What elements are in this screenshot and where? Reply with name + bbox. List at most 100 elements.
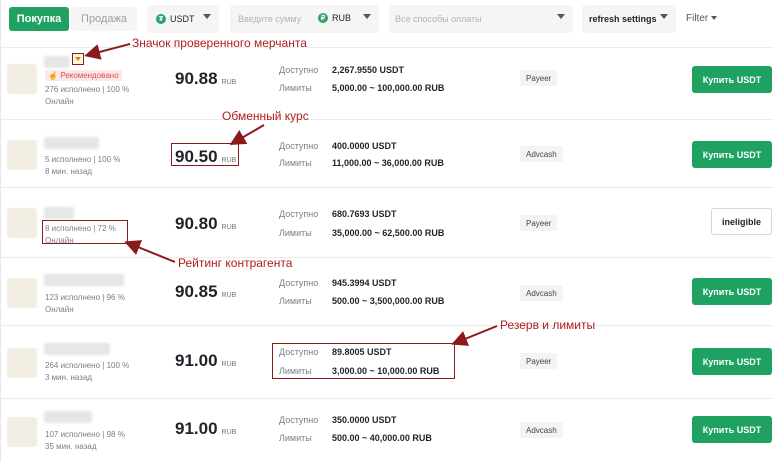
price: 91.00 RUB (175, 351, 236, 371)
merchant-stats: 264 исполнено | 100 % 3 мин. назад (45, 360, 129, 384)
limits-value: 500.00 ~ 3,500,000.00 RUB (332, 296, 445, 306)
buy-usdt-button[interactable]: Купить USDT (692, 416, 772, 443)
rating-highlight-box (42, 220, 128, 244)
price-currency: RUB (221, 429, 237, 436)
filter-bar: Покупка Продажа ₮ USDT Введите сумму ₽ R… (1, 0, 773, 40)
coin-select[interactable]: ₮ USDT (147, 5, 219, 33)
payment-method-badge: Payeer (520, 70, 558, 86)
orders-completion: 123 исполнено | 96 % (45, 293, 125, 302)
limits-value: 11,000.00 ~ 36,000.00 RUB (332, 158, 444, 168)
price: 90.88 RUB (175, 69, 236, 89)
price-value: 90.80 (175, 214, 218, 233)
available-label: Доступно (279, 278, 319, 288)
p2p-market-screen: Покупка Продажа ₮ USDT Введите сумму ₽ R… (0, 0, 773, 462)
orders-completion: 107 исполнено | 98 % (45, 430, 125, 439)
chevron-down-icon (203, 14, 211, 19)
available-label: Доступно (279, 209, 319, 219)
orders-completion: 264 исполнено | 100 % (45, 361, 130, 370)
chevron-down-icon (363, 14, 371, 19)
available-value: 945.3994 USDT (332, 278, 397, 288)
fiat-select-value: RUB (332, 13, 352, 23)
price-currency: RUB (221, 224, 237, 231)
amount-placeholder: Введите сумму (238, 14, 302, 24)
chevron-down-icon (660, 14, 668, 19)
merchant-name (44, 56, 70, 68)
buy-usdt-button[interactable]: Купить USDT (692, 66, 772, 93)
price: 90.85 RUB (175, 282, 236, 302)
online-status: 3 мин. назад (45, 373, 93, 382)
refresh-settings-label: refresh settings (589, 14, 657, 24)
merchant-stats: 123 исполнено | 96 % Онлайн (45, 292, 125, 316)
online-status: 35 мин. назад (45, 442, 97, 451)
offer-row: ☝ Рекомендовано 276 исполнено | 100 % Он… (1, 47, 773, 119)
available-label: Доступно (279, 415, 319, 425)
price-currency: RUB (221, 79, 237, 86)
payment-method-badge: Payeer (520, 353, 558, 369)
ineligible-button[interactable]: ineligible (711, 208, 772, 235)
avatar (7, 140, 37, 170)
coin-select-value: USDT (170, 14, 195, 24)
offer-row: 5 исполнено | 100 % 8 мин. назад 90.50 RU… (1, 119, 773, 187)
limits-label: Лимиты (279, 158, 312, 168)
chevron-down-icon (557, 14, 565, 19)
avatar (7, 208, 37, 238)
payment-method-badge: Advcash (520, 285, 563, 301)
merchant-stats: 107 исполнено | 98 % 35 мин. назад (45, 429, 125, 453)
refresh-settings-select[interactable]: refresh settings (582, 5, 676, 33)
available-label: Доступно (279, 65, 319, 75)
amount-input[interactable]: Введите сумму ₽ RUB (230, 5, 379, 33)
payment-method-badge: Payeer (520, 215, 558, 231)
price-currency: RUB (221, 361, 237, 368)
limits-value: 500.00 ~ 40,000.00 RUB (332, 433, 432, 443)
orders-completion: 5 исполнено | 100 % (45, 155, 121, 164)
orders-completion: 276 исполнено | 100 % (45, 85, 130, 94)
merchant-name (44, 274, 124, 286)
buy-usdt-button[interactable]: Купить USDT (692, 141, 772, 168)
annotation-rate: Обменный курс (222, 109, 309, 123)
recommended-badge: ☝ Рекомендовано (45, 70, 122, 81)
annotation-reserve: Резерв и лимиты (500, 318, 596, 332)
payment-method-select[interactable]: Все способы оплаты (389, 5, 573, 33)
payment-method-badge: Advcash (520, 146, 563, 162)
annotation-rating: Рейтинг контрагента (178, 256, 293, 270)
thumbs-up-icon: ☝ (48, 71, 58, 80)
offer-row: 107 исполнено | 98 % 35 мин. назад 91.00… (1, 398, 773, 462)
buy-usdt-button[interactable]: Купить USDT (692, 278, 772, 305)
price-value: 90.85 (175, 282, 218, 301)
rate-highlight-box (171, 143, 239, 166)
limits-label: Лимиты (279, 83, 312, 93)
chevron-down-icon (711, 16, 718, 21)
tab-buy[interactable]: Покупка (9, 7, 69, 31)
limits-value: 35,000.00 ~ 62,500.00 RUB (332, 228, 445, 238)
offer-row: 123 исполнено | 96 % Онлайн 90.85 RUB Дос… (1, 257, 773, 325)
rub-icon: ₽ (318, 13, 328, 23)
price-currency: RUB (221, 292, 237, 299)
payment-method-badge: Advcash (520, 422, 563, 438)
usdt-coin-icon: ₮ (156, 14, 166, 24)
price-value: 91.00 (175, 351, 218, 370)
filter-button[interactable]: Filter (686, 13, 718, 24)
merchant-name (44, 411, 92, 423)
buy-usdt-button[interactable]: Купить USDT (692, 348, 772, 375)
annotation-verified: Значок проверенного мерчанта (132, 36, 307, 50)
avatar (7, 64, 37, 94)
limits-label: Лимиты (279, 228, 312, 238)
payment-placeholder: Все способы оплаты (395, 14, 482, 24)
filter-label: Filter (686, 13, 709, 24)
fiat-select[interactable]: ₽ RUB (318, 13, 351, 23)
tab-sell[interactable]: Продажа (71, 7, 137, 31)
merchant-stats: 276 исполнено | 100 % Онлайн (45, 84, 129, 108)
avatar (7, 278, 37, 308)
online-status: Онлайн (45, 97, 74, 106)
online-status: Онлайн (45, 305, 74, 314)
available-value: 400.0000 USDT (332, 141, 397, 151)
available-value: 680.7693 USDT (332, 209, 397, 219)
merchant-name (44, 207, 74, 219)
avatar (7, 417, 37, 447)
reserve-highlight-box (272, 343, 455, 379)
avatar (7, 348, 37, 378)
price: 91.00 RUB (175, 419, 236, 439)
price-value: 91.00 (175, 419, 218, 438)
merchant-name (44, 343, 110, 355)
price: 90.80 RUB (175, 214, 236, 234)
